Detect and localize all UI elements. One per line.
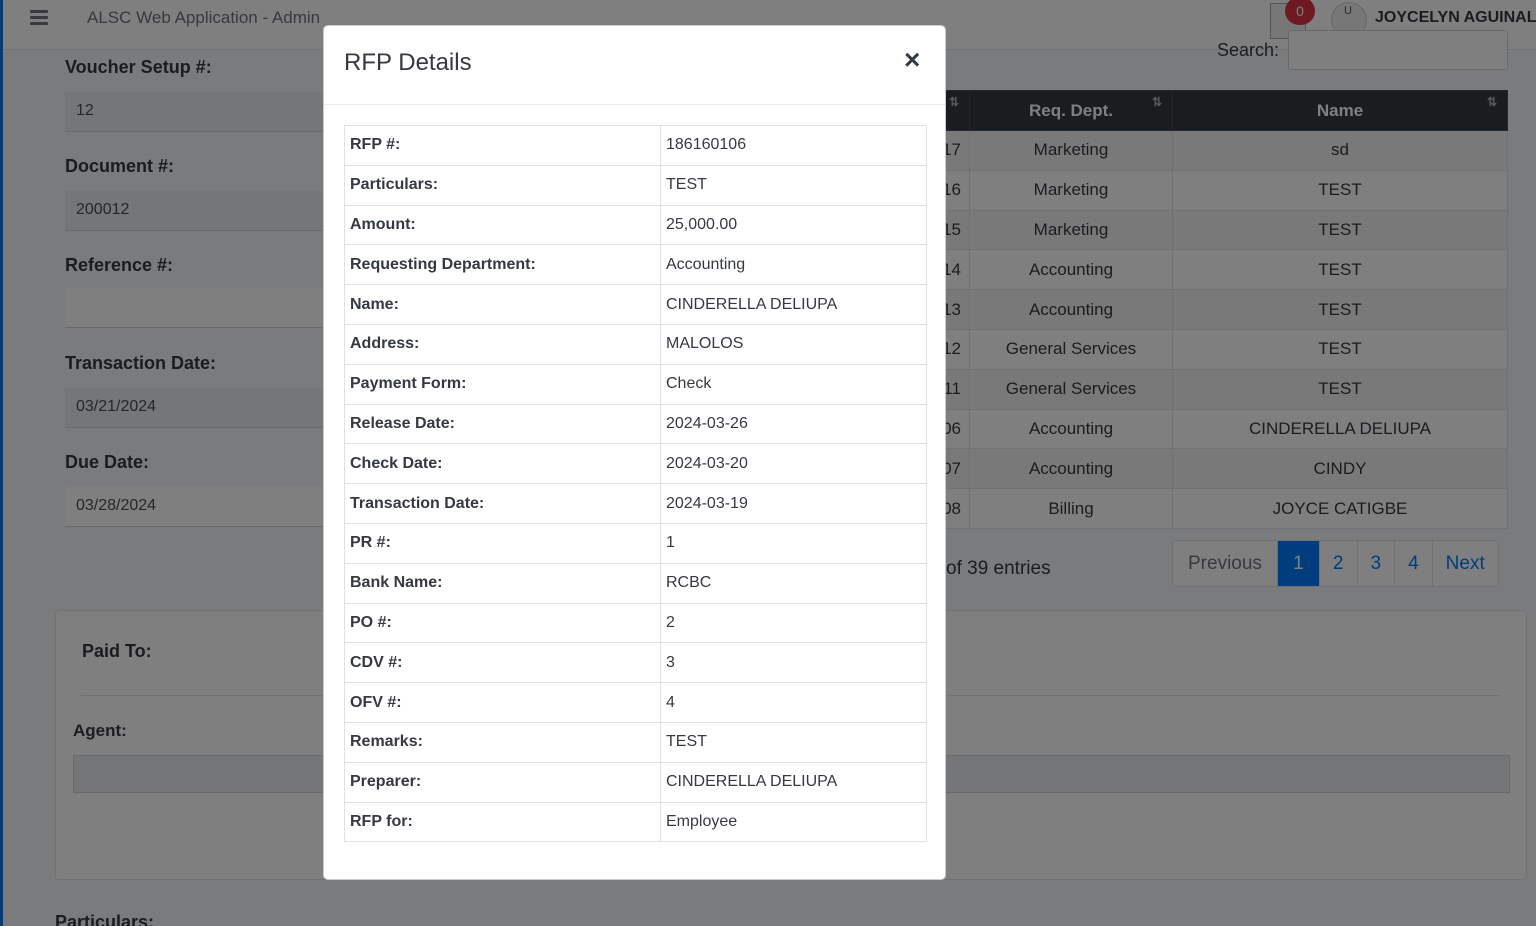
detail-label: PO #:	[344, 602, 661, 644]
detail-label: Preparer:	[344, 761, 661, 803]
detail-value: TEST	[660, 721, 927, 763]
detail-row: Requesting Department: Accounting	[344, 244, 927, 286]
detail-value: Check	[660, 363, 927, 405]
detail-label: RFP for:	[344, 801, 661, 843]
modal-header: RFP Details ×	[324, 26, 945, 105]
detail-label: Address:	[344, 323, 661, 365]
detail-value: 1	[660, 522, 927, 564]
detail-row: Preparer: CINDERELLA DELIUPA	[344, 761, 927, 803]
detail-label: Transaction Date:	[344, 483, 661, 524]
detail-value: MALOLOS	[660, 323, 927, 365]
detail-label: Payment Form:	[344, 363, 661, 405]
detail-value: 2024-03-20	[660, 443, 927, 485]
detail-label: Name:	[344, 284, 661, 325]
detail-value: Employee	[660, 801, 927, 843]
detail-row: RFP for: Employee	[344, 801, 927, 843]
modal-title: RFP Details	[344, 49, 472, 76]
detail-row: PO #: 2	[344, 602, 927, 644]
detail-value: CINDERELLA DELIUPA	[660, 284, 927, 325]
detail-value: 186160106	[660, 125, 927, 166]
detail-label: PR #:	[344, 522, 661, 564]
detail-label: Amount:	[344, 204, 661, 246]
detail-value: Accounting	[660, 244, 927, 286]
detail-label: Requesting Department:	[344, 244, 661, 286]
detail-label: Particulars:	[344, 164, 661, 206]
detail-row: Payment Form: Check	[344, 363, 927, 405]
detail-value: TEST	[660, 164, 927, 206]
detail-row: Bank Name: RCBC	[344, 562, 927, 604]
detail-value: 25,000.00	[660, 204, 927, 246]
detail-value: 3	[660, 642, 927, 684]
detail-row: Name: CINDERELLA DELIUPA	[344, 284, 927, 325]
detail-label: Release Date:	[344, 403, 661, 445]
close-icon[interactable]: ×	[904, 46, 920, 74]
detail-row: CDV #: 3	[344, 642, 927, 684]
detail-row: Amount: 25,000.00	[344, 204, 927, 246]
detail-row: PR #: 1	[344, 522, 927, 564]
rfp-details-table: RFP #: 186160106 Particulars: TEST Amount: 25…	[344, 125, 927, 843]
detail-value: 2024-03-19	[660, 483, 927, 524]
rfp-details-modal: RFP Details × RFP #: 186160106 Particulars…	[323, 25, 946, 880]
detail-value: 2	[660, 602, 927, 644]
detail-row: Address: MALOLOS	[344, 323, 927, 365]
detail-label: Check Date:	[344, 443, 661, 485]
detail-value: 4	[660, 682, 927, 723]
detail-label: OFV #:	[344, 682, 661, 723]
detail-row: OFV #: 4	[344, 682, 927, 723]
detail-value: RCBC	[660, 562, 927, 604]
detail-row: RFP #: 186160106	[344, 125, 927, 166]
detail-label: Bank Name:	[344, 562, 661, 604]
detail-value: CINDERELLA DELIUPA	[660, 761, 927, 803]
detail-row: Transaction Date: 2024-03-19	[344, 483, 927, 524]
detail-label: Remarks:	[344, 721, 661, 763]
detail-value: 2024-03-26	[660, 403, 927, 445]
detail-label: RFP #:	[344, 125, 661, 166]
detail-label: CDV #:	[344, 642, 661, 684]
detail-row: Particulars: TEST	[344, 164, 927, 206]
detail-row: Check Date: 2024-03-20	[344, 443, 927, 485]
detail-row: Remarks: TEST	[344, 721, 927, 763]
detail-row: Release Date: 2024-03-26	[344, 403, 927, 445]
